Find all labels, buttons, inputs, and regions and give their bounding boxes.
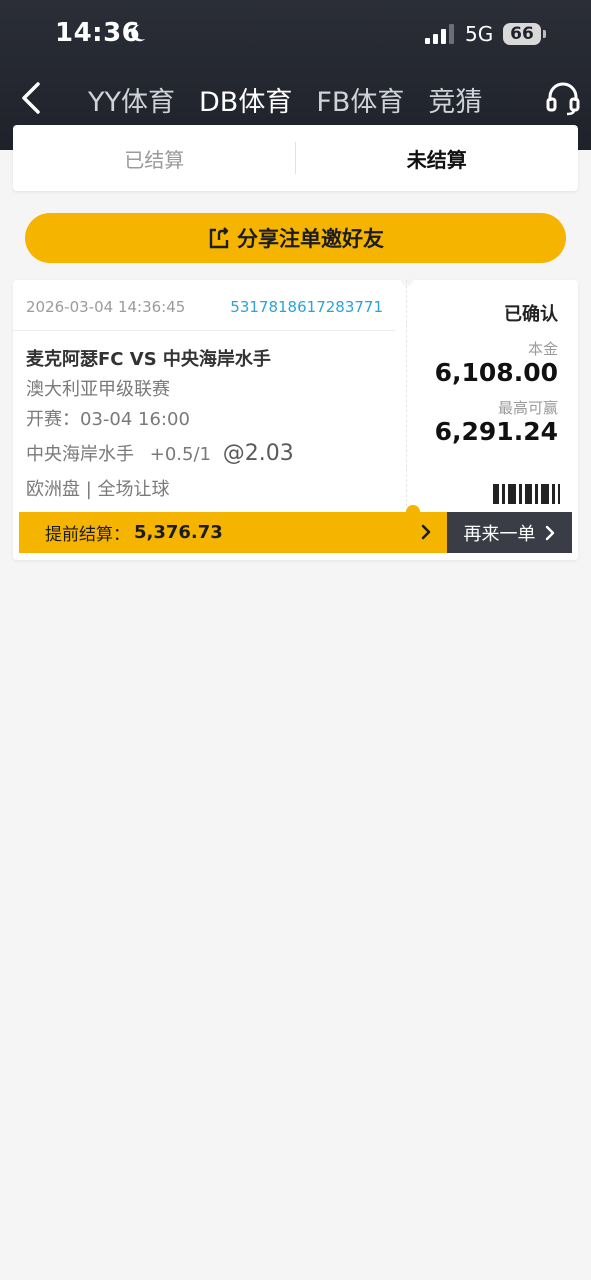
league-name: 澳大利亚甲级联赛 (26, 379, 170, 400)
signal-icon (425, 24, 454, 44)
back-button[interactable] (14, 78, 48, 118)
bet-datetime: 2026-03-04 14:36:45 (26, 298, 186, 316)
moon-icon (131, 24, 146, 42)
tab-yy-sports[interactable]: YY体育 (88, 80, 175, 119)
tab-settled[interactable]: 已结算 (13, 125, 296, 191)
chevron-left-icon (22, 82, 40, 114)
handicap-value: +0.5/1 (149, 444, 211, 465)
barcode-icon (493, 484, 579, 504)
cashout-button[interactable]: 提前结算： 5,376.73 (19, 505, 447, 553)
top-nav: YY体育 DB体育 FB体育 竞猜 (0, 70, 591, 130)
bet-status: 已确认 (504, 304, 558, 325)
max-win-label: 最高可赢 (497, 399, 558, 417)
max-win-amount: 6,291.24 (434, 417, 558, 446)
tab-fb-sports[interactable]: FB体育 (316, 80, 404, 119)
rebet-label: 再来一单 (463, 523, 536, 545)
divider (13, 330, 395, 331)
stake-label: 本金 (527, 340, 558, 358)
tab-unsettled[interactable]: 未结算 (296, 125, 579, 191)
rebet-button[interactable]: 再来一单 (447, 512, 572, 553)
bet-meta: 2026-03-04 14:36:45 5317818617283771 (26, 298, 396, 316)
customer-service-button[interactable] (543, 78, 583, 118)
cashout-label: 提前结算： (45, 525, 130, 545)
battery-icon: 66 (503, 23, 541, 45)
bet-selection: 中央海岸水手 +0.5/1 @2.03 (26, 440, 294, 466)
tab-quiz[interactable]: 竞猜 (428, 80, 482, 119)
stake-amount: 6,108.00 (434, 358, 558, 387)
cashout-amount: 5,376.73 (134, 522, 223, 543)
share-bet-button[interactable]: 分享注单邀好友 (25, 213, 566, 263)
ticket-notch-dot (406, 505, 420, 519)
odds-value: @2.03 (222, 441, 294, 466)
bet-card[interactable]: 2026-03-04 14:36:45 5317818617283771 麦克阿… (13, 274, 578, 560)
ticket-perforation (406, 280, 407, 512)
bet-amounts: 已确认 本金 6,108.00 最高可赢 6,291.24 (409, 280, 578, 512)
settlement-tabs: 已结算 未结算 (13, 125, 578, 191)
chevron-right-icon (545, 525, 554, 540)
headset-icon (546, 82, 580, 116)
tab-divider (295, 142, 296, 174)
network-type: 5G (465, 22, 494, 46)
sport-tabs: YY体育 DB体育 FB体育 竞猜 (88, 80, 506, 119)
share-icon (209, 227, 229, 249)
match-title: 麦克阿瑟FC VS 中央海岸水手 (26, 349, 271, 370)
share-button-label: 分享注单邀好友 (237, 227, 384, 251)
order-id[interactable]: 5317818617283771 (230, 298, 383, 316)
bet-details: 2026-03-04 14:36:45 5317818617283771 麦克阿… (13, 280, 407, 512)
kickoff-time: 开赛：03-04 16:00 (26, 409, 190, 430)
status-bar: 14:36 5G 66 (0, 0, 591, 70)
selection-team: 中央海岸水手 (26, 444, 134, 465)
chevron-right-icon (421, 524, 431, 540)
battery-tip (543, 30, 546, 38)
market-type: 欧洲盘 | 全场让球 (26, 479, 170, 500)
tab-db-sports[interactable]: DB体育 (199, 80, 292, 119)
